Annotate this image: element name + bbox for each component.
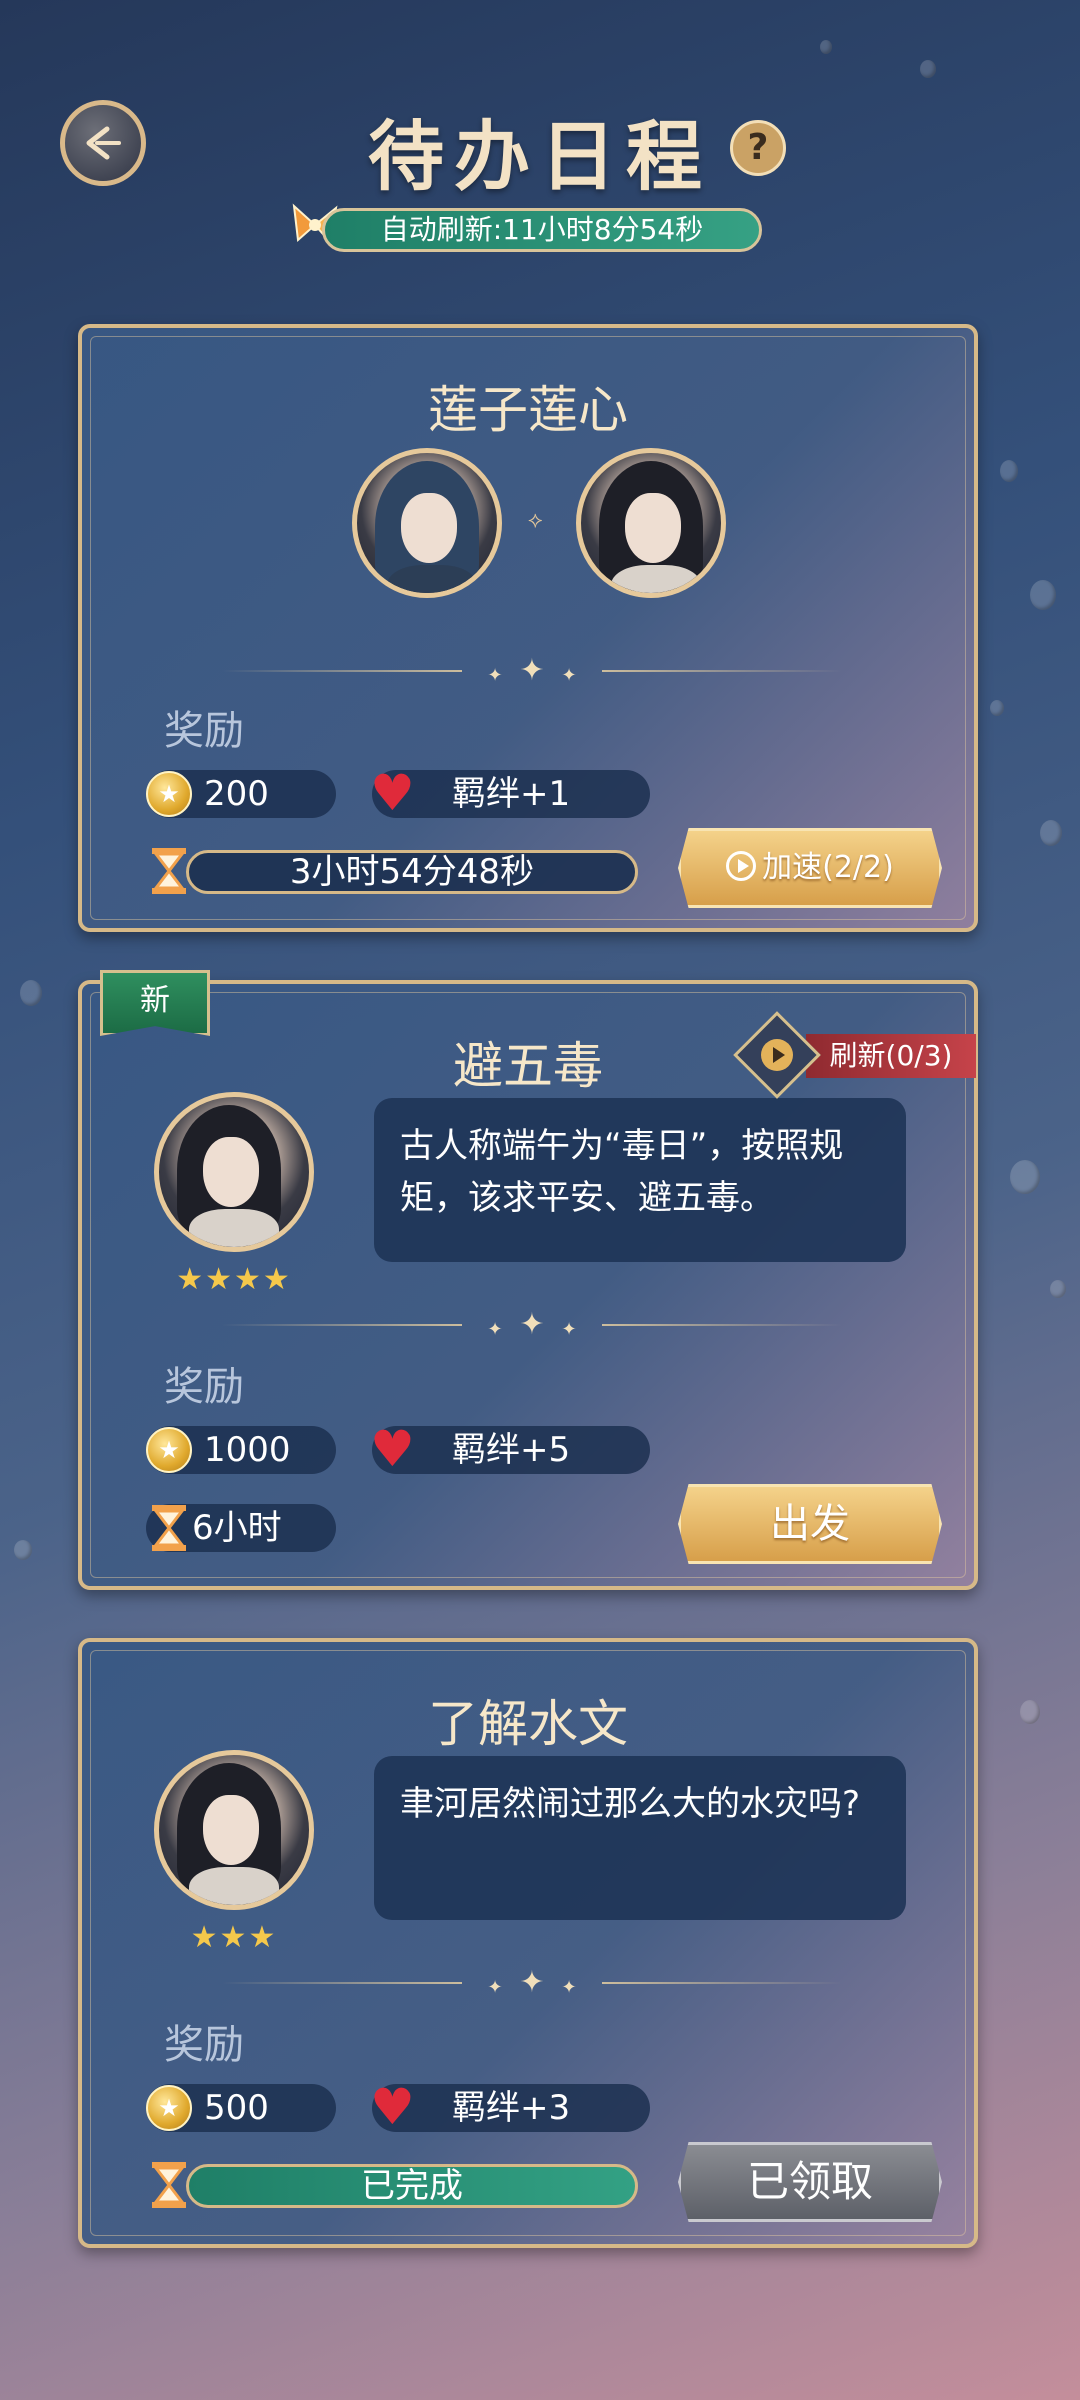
character-portrait[interactable] bbox=[352, 448, 502, 598]
play-icon bbox=[726, 850, 757, 881]
claimed-button[interactable]: 已领取 bbox=[678, 2142, 942, 2222]
portrait-body bbox=[189, 1209, 279, 1247]
coin-icon: ★ bbox=[146, 771, 192, 817]
raindrop bbox=[20, 980, 42, 1006]
schedule-card: 莲子莲心 ⟡ ✦ ✦ ✦ 奖励 ★ 200 ♥ 羁绊+1 3小时54分48秒 加… bbox=[78, 324, 978, 932]
dialog-bubble: 古人称端午为“毒日”，按照规矩，该求平安、避五毒。 bbox=[374, 1098, 906, 1262]
schedule-card: 了解水文 ★★★ 聿河居然闹过那么大的水灾吗? ✦ ✦ ✦ 奖励 ★ 500 ♥… bbox=[78, 1638, 978, 2248]
duration: 6小时 bbox=[146, 1504, 336, 1552]
auto-refresh-timer: 自动刷新:11小时8分54秒 bbox=[322, 208, 762, 252]
coin-icon: ★ bbox=[146, 1427, 192, 1473]
duration-value: 6小时 bbox=[192, 1508, 282, 1548]
coin-amount: 200 bbox=[204, 774, 269, 814]
reward-label: 奖励 bbox=[164, 2022, 244, 2068]
ornament-divider: ✦ ✦ ✦ bbox=[222, 1968, 842, 1998]
heart-icon: ♥ bbox=[370, 1420, 415, 1478]
portrait-body bbox=[611, 565, 701, 593]
ornament-divider: ✦ ✦ ✦ bbox=[222, 1310, 842, 1340]
ornament-divider: ✦ ✦ ✦ bbox=[222, 656, 842, 686]
coin-amount: 500 bbox=[204, 2088, 269, 2128]
card-title: 了解水文 bbox=[428, 1695, 628, 1753]
raindrop bbox=[14, 1540, 32, 1560]
raindrop bbox=[1030, 580, 1056, 610]
coin-icon: ★ bbox=[146, 2085, 192, 2131]
dialog-bubble: 聿河居然闹过那么大的水灾吗? bbox=[374, 1756, 906, 1920]
bond-amount: 羁绊+5 bbox=[452, 1430, 571, 1470]
raindrop bbox=[1050, 1280, 1066, 1298]
hourglass-icon bbox=[152, 1505, 186, 1551]
coin-reward: ★ 1000 bbox=[146, 1426, 336, 1474]
bond-reward: ♥ 羁绊+3 bbox=[370, 2078, 650, 2136]
portrait-body bbox=[387, 565, 477, 593]
raindrop bbox=[1040, 820, 1062, 846]
raindrop bbox=[1010, 1160, 1040, 1194]
portrait-face bbox=[625, 493, 681, 563]
speed-up-label: 加速(2/2) bbox=[762, 850, 894, 885]
reward-label: 奖励 bbox=[164, 708, 244, 754]
star-rating: ★★★ bbox=[190, 1920, 278, 1955]
hourglass-icon bbox=[152, 2162, 186, 2208]
bond-reward: ♥ 羁绊+5 bbox=[370, 1420, 650, 1478]
card-title: 莲子莲心 bbox=[428, 381, 628, 439]
character-portrait[interactable] bbox=[154, 1092, 314, 1252]
refresh-button[interactable]: 刷新(0/3) bbox=[806, 1034, 976, 1078]
depart-button[interactable]: 出发 bbox=[678, 1484, 942, 1564]
hourglass-icon bbox=[152, 848, 186, 894]
countdown-timer: 3小时54分48秒 bbox=[186, 850, 638, 894]
coin-amount: 1000 bbox=[204, 1430, 291, 1470]
bond-amount: 羁绊+1 bbox=[452, 774, 571, 814]
portrait-face bbox=[203, 1137, 259, 1207]
heart-icon: ♥ bbox=[370, 2078, 415, 2136]
speed-up-button[interactable]: 加速(2/2) bbox=[678, 828, 942, 908]
character-portrait[interactable] bbox=[576, 448, 726, 598]
header: 待办日程 ? 自动刷新:11小时8分54秒 bbox=[0, 0, 1080, 280]
raindrop bbox=[990, 700, 1004, 716]
new-badge: 新 bbox=[100, 970, 210, 1036]
help-icon[interactable]: ? bbox=[730, 120, 786, 176]
heart-icon: ♥ bbox=[370, 764, 415, 822]
bond-amount: 羁绊+3 bbox=[452, 2088, 571, 2128]
raindrop bbox=[1020, 1700, 1040, 1724]
coin-reward: ★ 200 bbox=[146, 770, 336, 818]
coin-reward: ★ 500 bbox=[146, 2084, 336, 2132]
link-icon: ⟡ bbox=[528, 508, 543, 533]
star-rating: ★★★★ bbox=[176, 1262, 292, 1297]
completed-status: 已完成 bbox=[186, 2164, 638, 2208]
bond-reward: ♥ 羁绊+1 bbox=[370, 764, 650, 822]
page-title: 待办日程 bbox=[368, 112, 712, 201]
character-portrait[interactable] bbox=[154, 1750, 314, 1910]
portrait-face bbox=[401, 493, 457, 563]
raindrop bbox=[1000, 460, 1018, 482]
portrait-body bbox=[189, 1867, 279, 1905]
reward-label: 奖励 bbox=[164, 1364, 244, 1410]
portrait-face bbox=[203, 1795, 259, 1865]
